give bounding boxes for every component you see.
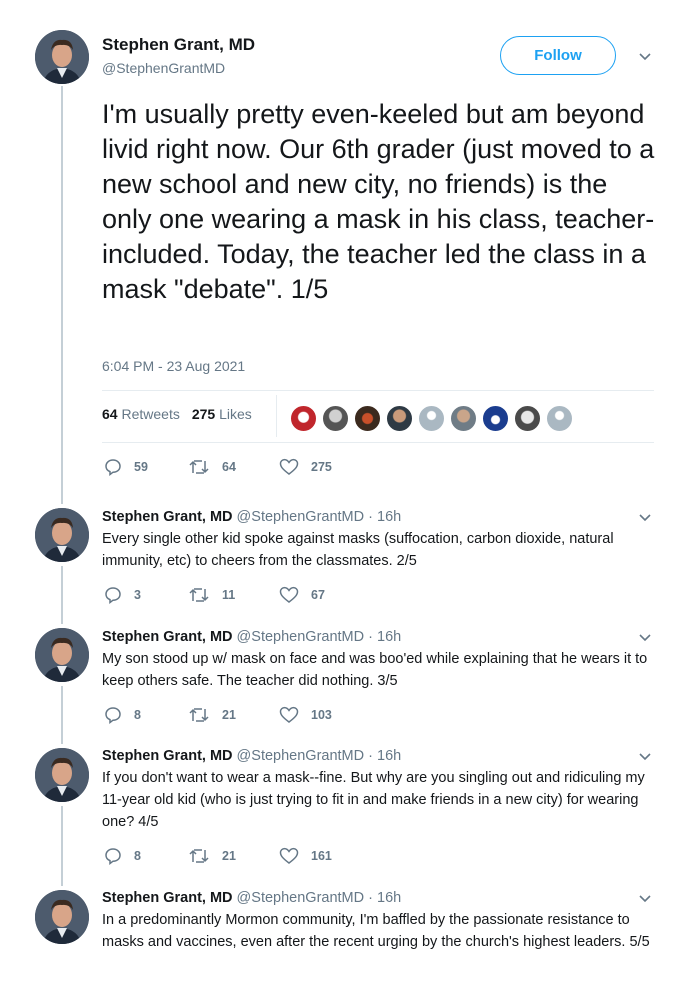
liker-avatar[interactable] <box>418 405 445 432</box>
tweet-text: Every single other kid spoke against mas… <box>102 531 614 569</box>
liker-avatar[interactable] <box>514 405 541 432</box>
author-handle[interactable]: @StephenGrantMD <box>237 509 365 525</box>
tweet-text: If you don't want to wear a mask--fine. … <box>102 770 645 830</box>
tweet-text: In a predominantly Mormon community, I'm… <box>102 912 650 950</box>
liker-avatar[interactable] <box>546 405 573 432</box>
chevron-down-icon[interactable] <box>637 48 653 64</box>
avatar[interactable] <box>35 890 89 944</box>
tweet-time[interactable]: 16h <box>377 629 401 645</box>
thread-line <box>61 86 63 504</box>
retweet-icon <box>189 460 209 474</box>
liker-avatar[interactable] <box>290 405 317 432</box>
separator: · <box>368 509 373 525</box>
thread-line <box>61 686 63 744</box>
tweet-timestamp[interactable]: 6:04 PM - 23 Aug 2021 <box>102 358 245 374</box>
likes-stat[interactable]: 275 Likes <box>192 406 252 422</box>
chevron-down-icon[interactable] <box>637 890 653 906</box>
thread-line <box>61 566 63 624</box>
heart-icon <box>279 458 299 475</box>
chevron-down-icon[interactable] <box>637 509 653 525</box>
author-handle[interactable]: @StephenGrantMD <box>237 748 365 764</box>
author-handle[interactable]: @StephenGrantMD <box>102 60 225 76</box>
liker-avatar[interactable] <box>386 405 413 432</box>
liker-avatar[interactable] <box>354 405 381 432</box>
liker-avatars <box>290 405 573 432</box>
heart-icon <box>279 706 299 723</box>
reply-button[interactable]: 8 <box>104 847 141 865</box>
tweet-time[interactable]: 16h <box>377 890 401 906</box>
heart-icon <box>279 847 299 864</box>
reply-header: Stephen Grant, MD @StephenGrantMD · 16h <box>102 890 401 906</box>
tweet-text: I'm usually pretty even-keeled but am be… <box>102 99 655 304</box>
separator: · <box>368 890 373 906</box>
author-name[interactable]: Stephen Grant, MD <box>102 35 255 55</box>
heart-icon <box>279 586 299 603</box>
retweet-icon <box>189 588 209 602</box>
tweet-text: My son stood up w/ mask on face and was … <box>102 651 648 689</box>
avatar[interactable] <box>35 748 89 802</box>
author-name[interactable]: Stephen Grant, MD <box>102 509 233 525</box>
author-handle[interactable]: @StephenGrantMD <box>237 629 365 645</box>
author-name[interactable]: Stephen Grant, MD <box>102 629 233 645</box>
reply-button[interactable]: 3 <box>104 586 141 604</box>
like-button[interactable]: 103 <box>279 706 332 724</box>
chevron-down-icon[interactable] <box>637 748 653 764</box>
chevron-down-icon[interactable] <box>637 629 653 645</box>
like-button[interactable]: 67 <box>279 586 325 604</box>
retweet-button[interactable]: 11 <box>188 586 235 604</box>
reply-icon <box>105 848 121 865</box>
avatar[interactable] <box>35 30 89 84</box>
divider <box>102 390 654 391</box>
reply-button[interactable]: 59 <box>104 458 148 476</box>
reply-icon <box>105 587 121 604</box>
reply-icon <box>105 707 121 724</box>
avatar[interactable] <box>35 508 89 562</box>
follow-button[interactable]: Follow <box>500 36 616 75</box>
retweet-icon <box>189 849 209 863</box>
author-handle[interactable]: @StephenGrantMD <box>237 890 365 906</box>
liker-avatar[interactable] <box>322 405 349 432</box>
separator: · <box>368 748 373 764</box>
reply-icon <box>105 459 121 476</box>
retweet-button[interactable]: 21 <box>188 847 236 865</box>
divider <box>276 395 277 437</box>
reply-header: Stephen Grant, MD @StephenGrantMD · 16h <box>102 629 401 645</box>
separator: · <box>368 629 373 645</box>
liker-avatar[interactable] <box>482 405 509 432</box>
tweet-time[interactable]: 16h <box>377 509 401 525</box>
divider <box>102 442 654 443</box>
like-button[interactable]: 275 <box>279 458 332 476</box>
author-name[interactable]: Stephen Grant, MD <box>102 748 233 764</box>
reply-header: Stephen Grant, MD @StephenGrantMD · 16h <box>102 748 401 764</box>
tweet-stats: 64 Retweets 275 Likes <box>102 406 252 422</box>
thread-line <box>61 806 63 886</box>
retweets-stat[interactable]: 64 Retweets <box>102 406 180 422</box>
retweet-icon <box>189 708 209 722</box>
like-button[interactable]: 161 <box>279 847 332 865</box>
author-name[interactable]: Stephen Grant, MD <box>102 890 233 906</box>
tweet-time[interactable]: 16h <box>377 748 401 764</box>
retweet-button[interactable]: 64 <box>188 458 236 476</box>
avatar[interactable] <box>35 628 89 682</box>
reply-header: Stephen Grant, MD @StephenGrantMD · 16h <box>102 509 401 525</box>
reply-button[interactable]: 8 <box>104 706 141 724</box>
retweet-button[interactable]: 21 <box>188 706 236 724</box>
liker-avatar[interactable] <box>450 405 477 432</box>
